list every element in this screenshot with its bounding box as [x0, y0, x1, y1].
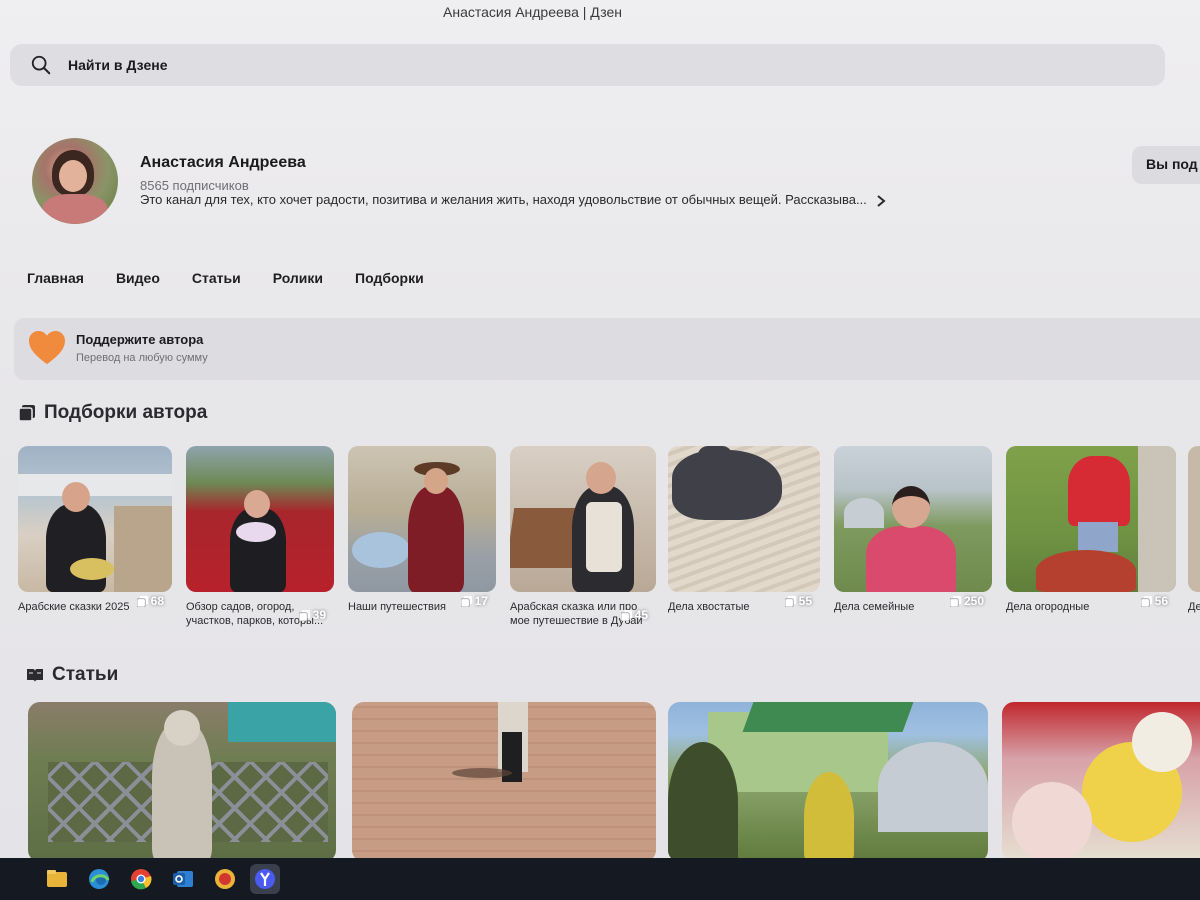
article-thumbnail	[28, 702, 336, 862]
tab-collections[interactable]: Подборки	[355, 270, 424, 286]
article-card[interactable]	[28, 702, 336, 862]
collections-icon	[136, 595, 148, 607]
collection-caption: Де	[1188, 601, 1200, 613]
collection-count: 250	[949, 594, 984, 608]
collections-section-title: Подборки автора	[18, 402, 207, 424]
articles-section-title: Статьи	[26, 664, 118, 686]
collection-card[interactable]: 39 Обзор садов, огород, участков, парков…	[186, 446, 334, 628]
collections-icon	[784, 595, 796, 607]
channel-name[interactable]: Анастасия Андреева	[140, 154, 306, 172]
channel-header: Анастасия Андреева 8565 подписчиков Это …	[10, 122, 1200, 234]
collection-card[interactable]: 68 Арабские сказки 2025	[18, 446, 172, 614]
collection-count: 45	[620, 608, 648, 622]
collections-icon	[18, 405, 35, 422]
heart-icon	[29, 330, 65, 365]
tab-video[interactable]: Видео	[116, 270, 160, 286]
search-input[interactable]: Найти в Дзене	[68, 57, 167, 73]
collection-card[interactable]: 17 Наши путешествия	[348, 446, 496, 614]
avatar[interactable]	[32, 138, 118, 224]
search-icon	[31, 55, 51, 75]
window-title: Анастасия Андреева | Дзен	[443, 4, 622, 20]
tab-main[interactable]: Главная	[27, 270, 84, 286]
collection-count: 39	[298, 608, 326, 622]
support-author-banner[interactable]: Поддержите автора Перевод на любую сумму	[14, 318, 1200, 380]
file-explorer-icon[interactable]	[42, 864, 72, 894]
tab-articles[interactable]: Статьи	[192, 270, 241, 286]
article-thumbnail	[1002, 702, 1200, 862]
subscriber-count: 8565 подписчиков	[140, 178, 249, 193]
collection-thumbnail	[1006, 446, 1176, 592]
edge-icon[interactable]	[84, 864, 114, 894]
collection-count: 56	[1140, 594, 1168, 608]
collection-thumbnail	[1188, 446, 1200, 592]
collection-thumbnail	[510, 446, 656, 592]
collections-section-label: Подборки автора	[44, 402, 208, 423]
support-title: Поддержите автора	[76, 332, 204, 347]
tab-shorts[interactable]: Ролики	[273, 270, 323, 286]
collection-count: 68	[136, 594, 164, 608]
page: Анастасия Андреева | Дзен Найти в Дзене …	[0, 0, 1200, 900]
chevron-right-icon[interactable]	[876, 194, 886, 207]
app-icon[interactable]	[210, 864, 240, 894]
collections-icon	[460, 595, 472, 607]
collections-icon	[949, 595, 961, 607]
collection-count: 55	[784, 594, 812, 608]
collection-card[interactable]: 250 Дела семейные	[834, 446, 992, 614]
article-thumbnail	[352, 702, 656, 862]
search-bar[interactable]: Найти в Дзене	[10, 44, 1165, 86]
articles-section-label: Статьи	[52, 664, 119, 685]
collection-thumbnail	[834, 446, 992, 592]
collection-thumbnail	[18, 446, 172, 592]
support-subtitle: Перевод на любую сумму	[76, 352, 208, 364]
collection-card[interactable]: 56 Дела огородные	[1006, 446, 1176, 614]
article-card[interactable]	[668, 702, 988, 862]
article-thumbnail	[668, 702, 988, 862]
channel-description[interactable]: Это канал для тех, кто хочет радости, по…	[140, 192, 886, 207]
article-card[interactable]	[352, 702, 656, 862]
collections-icon	[1140, 595, 1152, 607]
collection-card[interactable]: 45 Арабская сказка или про мое путешеств…	[510, 446, 656, 628]
collection-thumbnail	[186, 446, 334, 592]
collection-card[interactable]: Де	[1188, 446, 1200, 614]
subscribe-button[interactable]: Вы под	[1132, 146, 1200, 184]
collection-thumbnail	[668, 446, 820, 592]
outlook-icon[interactable]	[168, 864, 198, 894]
yandex-browser-icon[interactable]	[250, 864, 280, 894]
collection-thumbnail	[348, 446, 496, 592]
channel-description-text: Это канал для тех, кто хочет радости, по…	[140, 192, 867, 207]
taskbar	[0, 858, 1200, 900]
collection-card[interactable]: 55 Дела хвостатые	[668, 446, 820, 614]
collections-icon	[620, 609, 632, 621]
book-icon	[27, 669, 43, 682]
channel-tabs: Главная Видео Статьи Ролики Подборки	[27, 270, 424, 286]
collection-count: 17	[460, 594, 488, 608]
collections-icon	[298, 609, 310, 621]
chrome-icon[interactable]	[126, 864, 156, 894]
article-card[interactable]	[1002, 702, 1200, 862]
